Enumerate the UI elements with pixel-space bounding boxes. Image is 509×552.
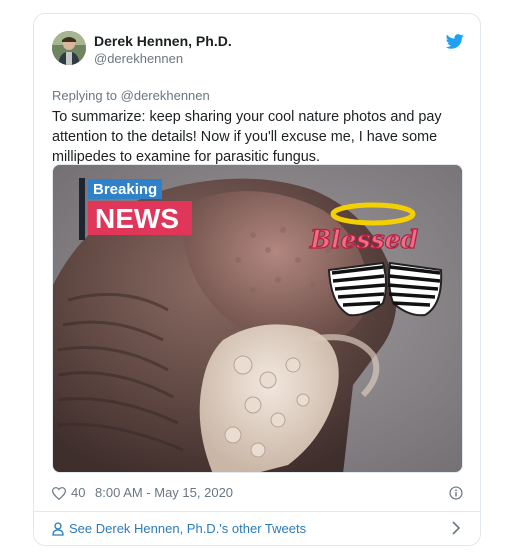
tweet-meta: 40 8:00 AM - May 15, 2020 <box>52 485 463 503</box>
twitter-bird-icon[interactable] <box>445 34 464 49</box>
person-icon <box>52 522 64 536</box>
svg-text:NEWS: NEWS <box>95 203 179 234</box>
tweet-card[interactable]: Derek Hennen, Ph.D. @derekhennen Replyin… <box>33 13 481 546</box>
info-icon[interactable] <box>449 486 463 500</box>
divider <box>34 511 480 512</box>
heart-icon[interactable] <box>52 487 66 500</box>
chevron-right-icon[interactable] <box>451 521 461 535</box>
author-name[interactable]: Derek Hennen, Ph.D. <box>94 33 232 49</box>
see-other-tweets-label[interactable]: See Derek Hennen, Ph.D.'s other Tweets <box>69 521 306 536</box>
replying-to[interactable]: Replying to @derekhennen <box>52 88 210 103</box>
svg-text:Breaking: Breaking <box>93 181 157 198</box>
avatar[interactable] <box>52 31 86 65</box>
author-handle[interactable]: @derekhennen <box>94 51 183 66</box>
tweet-photo[interactable]: Breaking NEWS Blessed <box>52 164 463 473</box>
like-count[interactable]: 40 <box>71 485 85 500</box>
tweet-text: To summarize: keep sharing your cool nat… <box>52 109 442 165</box>
blessed-sticker: Blessed <box>308 224 418 254</box>
svg-text:Blessed: Blessed <box>309 225 418 254</box>
timestamp[interactable]: 8:00 AM - May 15, 2020 <box>95 485 233 500</box>
millipede-photo: Breaking NEWS Blessed <box>53 165 462 472</box>
